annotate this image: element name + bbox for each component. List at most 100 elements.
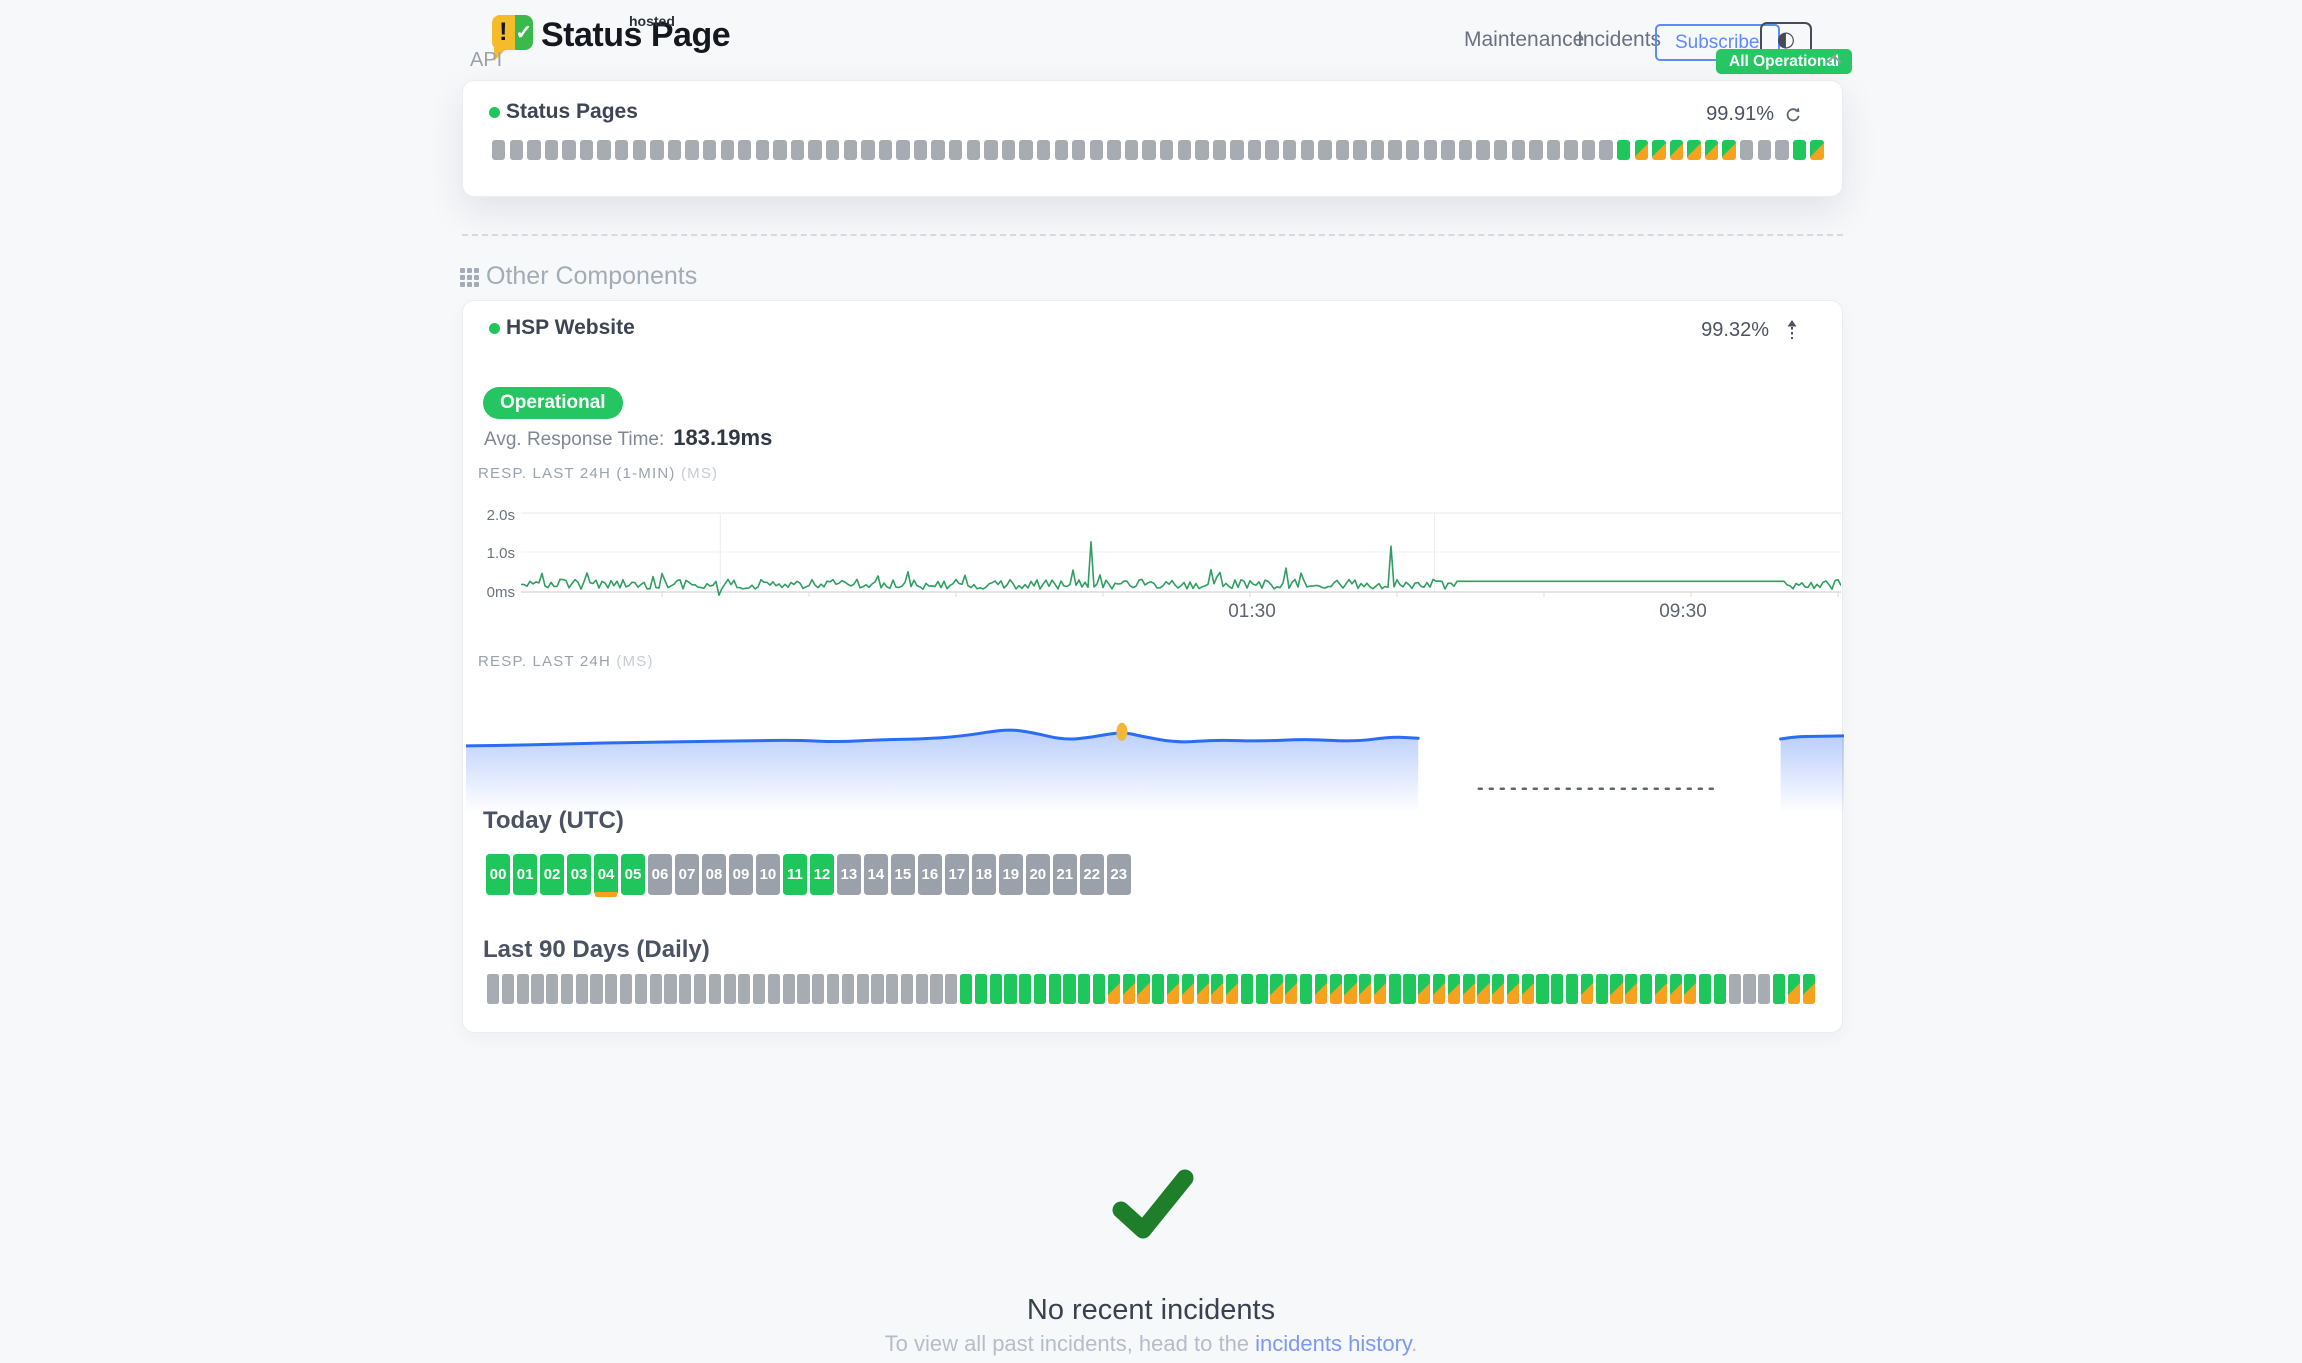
uptime-bar-nodata — [615, 140, 628, 160]
incidents-history-link[interactable]: incidents history — [1255, 1331, 1411, 1356]
uptime-bar-degraded — [1285, 974, 1297, 1004]
uptime-bar-nodata — [827, 974, 839, 1004]
hour-box-07: 07 — [675, 854, 699, 895]
uptime-bar-nodata — [773, 140, 786, 160]
hour-box-04: 04 — [594, 854, 618, 895]
uptime-bar-nodata — [1265, 140, 1278, 160]
uptime-bar-degraded — [1507, 974, 1519, 1004]
uptime-bar-nodata — [1424, 140, 1437, 160]
uptime-bar-degraded — [1123, 974, 1135, 1004]
ytick-2s: 2.0s — [469, 507, 515, 524]
uptime-bar-degraded — [1374, 974, 1386, 1004]
no-incidents-title: No recent incidents — [0, 1294, 2302, 1327]
hour-box-06: 06 — [648, 854, 672, 895]
uptime-bar-nodata — [1318, 140, 1331, 160]
status-badge: Operational — [483, 387, 623, 419]
uptime-bar-degraded — [1344, 974, 1356, 1004]
nav-maintenance[interactable]: Maintenance — [1464, 28, 1584, 52]
uptime-bar-operational — [1551, 974, 1563, 1004]
uptime-bar-nodata — [1142, 140, 1155, 160]
chevron-up-icon[interactable] — [1826, 54, 1842, 64]
uptime-bar-degraded — [1463, 974, 1475, 1004]
hour-box-12: 12 — [810, 854, 834, 895]
uptime-bar-nodata — [879, 140, 892, 160]
uptime-bar-degraded — [1315, 974, 1327, 1004]
component-name: Status Pages — [506, 100, 638, 124]
uptime-bar-operational — [1617, 140, 1630, 160]
hour-box-11: 11 — [783, 854, 807, 895]
uptime-bar-nodata — [1178, 140, 1191, 160]
uptime-bar-degraded — [1433, 974, 1445, 1004]
uptime-bar-degraded — [1167, 974, 1179, 1004]
uptime-bar-nodata — [724, 974, 736, 1004]
status-dot — [489, 107, 500, 118]
hour-box-18: 18 — [972, 854, 996, 895]
uptime-bar-nodata — [949, 140, 962, 160]
uptime-bar-nodata — [502, 974, 514, 1004]
uptime-bar-operational — [1049, 974, 1061, 1004]
uptime-bar-nodata — [597, 140, 610, 160]
uptime-bar-nodata — [871, 974, 883, 1004]
uptime-bar-nodata — [738, 974, 750, 1004]
uptime-bar-nodata — [633, 140, 646, 160]
hour-box-00: 00 — [486, 854, 510, 895]
chart1-unit: (MS) — [681, 465, 718, 482]
uptime-bar-degraded — [1492, 974, 1504, 1004]
uptime-bar-nodata — [984, 140, 997, 160]
uptime-bar-degraded — [1211, 974, 1223, 1004]
uptime-bar-operational — [1714, 974, 1726, 1004]
last90-bars — [487, 974, 1815, 1004]
uptime-bar-nodata — [1758, 974, 1770, 1004]
uptime-bar-nodata — [545, 140, 558, 160]
hour-box-21: 21 — [1053, 854, 1077, 895]
uptime-bar-degraded — [1625, 974, 1637, 1004]
uptime-bar-degraded — [1655, 974, 1667, 1004]
uptime-bar-operational — [1536, 974, 1548, 1004]
uptime-bar-nodata — [945, 974, 957, 1004]
uptime-bar-nodata — [738, 140, 751, 160]
uptime-bar-nodata — [842, 974, 854, 1004]
uptime-bar-degraded — [1270, 974, 1282, 1004]
uptime-bar-nodata — [1125, 140, 1138, 160]
nav-incidents[interactable]: Incidents — [1577, 28, 1661, 52]
uptime-bar-nodata — [1775, 140, 1788, 160]
uptime-bar-nodata — [1055, 140, 1068, 160]
uptime-percentage: 99.32% — [1701, 319, 1769, 342]
brand-superscript: hosted — [629, 13, 675, 29]
hour-box-09: 09 — [729, 854, 753, 895]
uptime-bar-operational — [1078, 974, 1090, 1004]
uptime-bar-degraded — [1670, 974, 1682, 1004]
uptime-bar-operational — [1241, 974, 1253, 1004]
uptime-bar-nodata — [1476, 140, 1489, 160]
uptime-bar-operational — [1034, 974, 1046, 1004]
uptime-bar-nodata — [605, 974, 617, 1004]
uptime-bar-nodata — [844, 140, 857, 160]
xtick-0130: 01:30 — [1228, 601, 1276, 623]
uptime-bar-nodata — [487, 974, 499, 1004]
uptime-bar-nodata — [783, 974, 795, 1004]
uptime-bar-nodata — [685, 140, 698, 160]
big-check-icon — [1107, 1166, 1197, 1246]
uptime-bar-nodata — [580, 140, 593, 160]
hour-box-16: 16 — [918, 854, 942, 895]
uptime-bar-nodata — [679, 974, 691, 1004]
uptime-bar-degraded — [1137, 974, 1149, 1004]
uptime-bar-nodata — [694, 974, 706, 1004]
uptime-bar-nodata — [797, 974, 809, 1004]
uptime-bar-nodata — [1388, 140, 1401, 160]
uptime-bar-nodata — [768, 974, 780, 1004]
hour-box-10: 10 — [756, 854, 780, 895]
uptime-bar-degraded — [1788, 974, 1800, 1004]
uptime-bar-operational — [975, 974, 987, 1004]
uptime-bar-operational — [1596, 974, 1608, 1004]
uptime-bar-nodata — [916, 974, 928, 1004]
uptime-bar-nodata — [1547, 140, 1560, 160]
uptime-bar-degraded — [1635, 140, 1648, 160]
uptime-bar-nodata — [753, 974, 765, 1004]
uptime-bar-operational — [1566, 974, 1578, 1004]
uptime-bar-nodata — [1459, 140, 1472, 160]
uptime-bar-degraded — [1108, 974, 1120, 1004]
uptime-bar-nodata — [1107, 140, 1120, 160]
uptime-bar-nodata — [1729, 974, 1741, 1004]
uptime-bar-nodata — [756, 140, 769, 160]
